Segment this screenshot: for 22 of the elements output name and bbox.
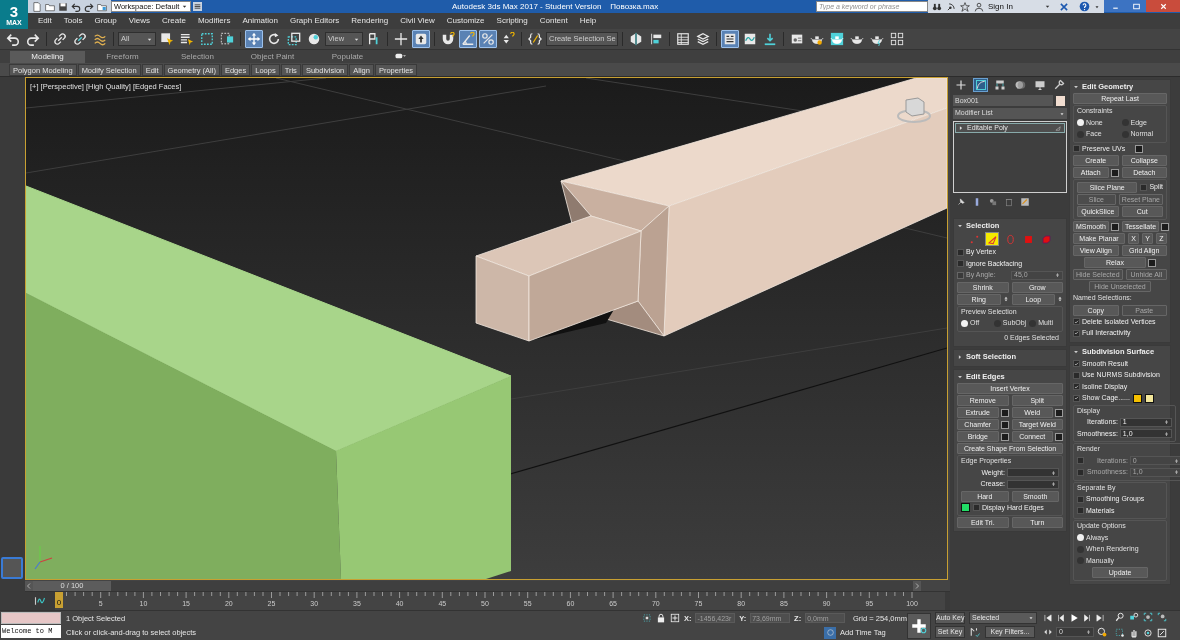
ribbon-tab[interactable]: Object Paint — [235, 51, 310, 63]
ribbon-tab[interactable]: Freeform — [85, 51, 160, 63]
menu-item[interactable]: Create — [155, 14, 192, 28]
menu-item[interactable]: Tools — [57, 14, 89, 28]
menu-item[interactable]: Content — [533, 14, 574, 28]
ribbon-tab[interactable]: Populate — [310, 51, 385, 63]
ribbon-tab[interactable]: Modeling — [10, 51, 85, 63]
menu-item[interactable]: Civil View — [394, 14, 441, 28]
menu-item[interactable]: Views — [122, 14, 156, 28]
menu-item[interactable]: Rendering — [345, 14, 395, 28]
ribbon-tab[interactable]: Selection — [160, 51, 235, 63]
menu-item[interactable]: Graph Editors — [283, 14, 346, 28]
menu-item[interactable]: Modifiers — [191, 14, 237, 28]
menu-item[interactable]: Animation — [236, 14, 284, 28]
window-title: Autodesk 3ds Max 2017 - Student Version Повозка.max — [452, 0, 659, 13]
time-marker[interactable]: 0 — [55, 592, 63, 608]
menu-item[interactable]: Help — [573, 14, 603, 28]
menu-item[interactable]: Scripting — [490, 14, 534, 28]
menu-item[interactable]: Customize — [440, 14, 491, 28]
menu-item[interactable]: Group — [88, 14, 123, 28]
menu-item[interactable]: Edit — [32, 14, 58, 28]
logo-mark: 3 — [9, 3, 19, 19]
